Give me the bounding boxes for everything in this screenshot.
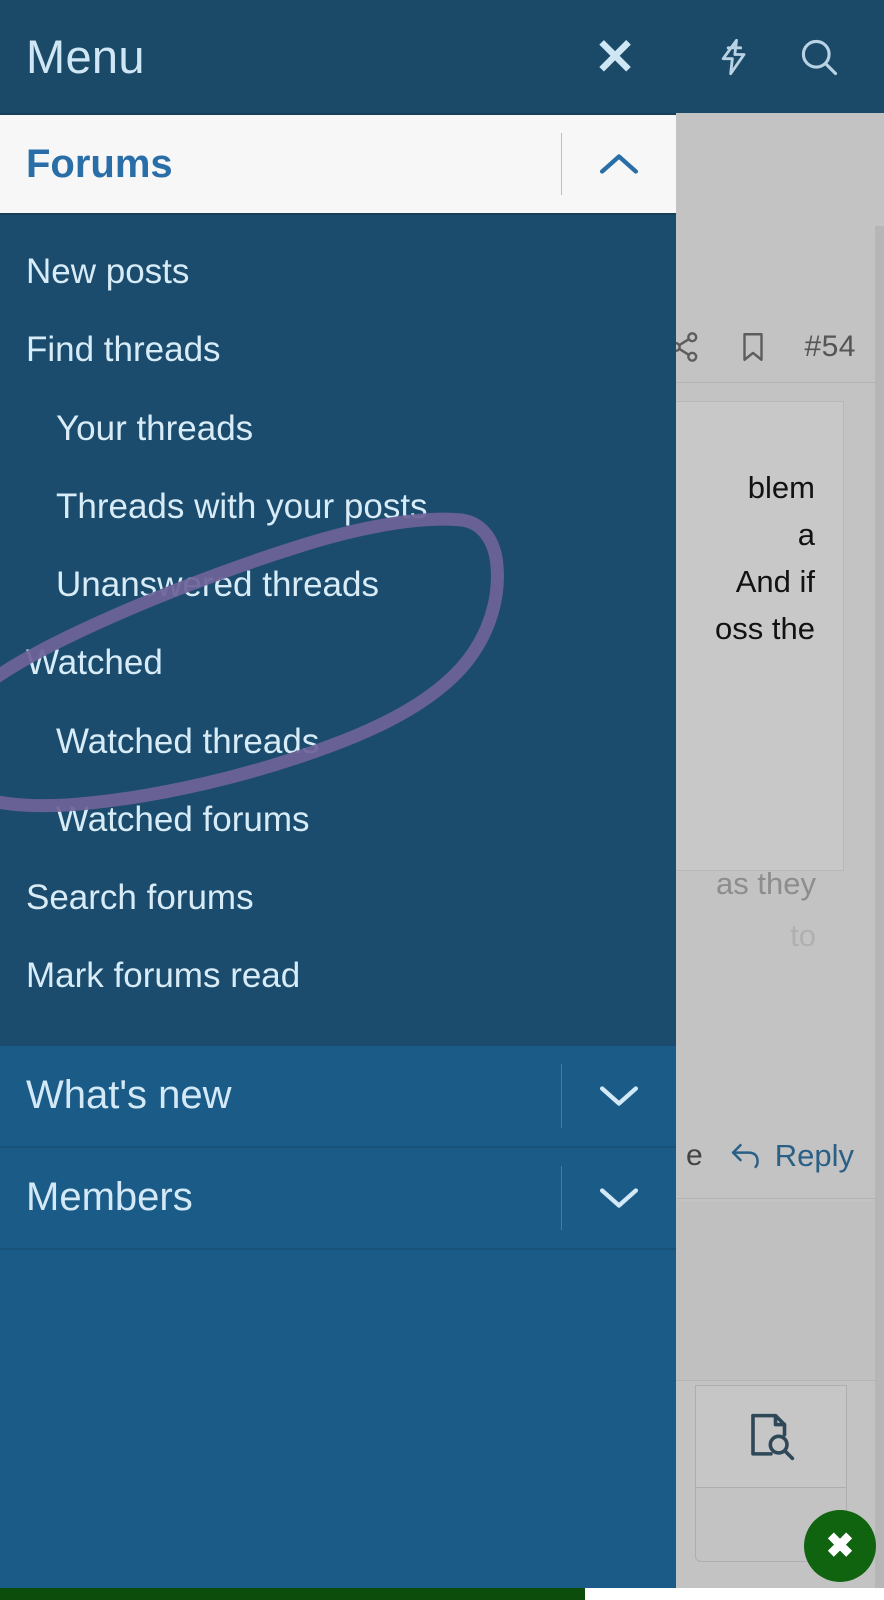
drawer-title: Menu — [26, 30, 145, 83]
sidebar-section-whats-new[interactable]: What's new — [0, 1045, 676, 1148]
chevron-down-icon[interactable] — [561, 1148, 676, 1248]
sidebar-section-members[interactable]: Members — [0, 1147, 676, 1250]
menu-item-your-threads[interactable]: Your threads — [0, 390, 676, 468]
menu-item-threads-with-your-posts[interactable]: Threads with your posts — [0, 468, 676, 546]
topbar-icon-group — [670, 0, 884, 113]
search-icon[interactable] — [797, 35, 841, 79]
bottom-white-strip — [585, 1588, 884, 1600]
reply-arrow-icon — [729, 1141, 763, 1171]
partial-action-label[interactable]: e — [686, 1139, 703, 1173]
chevron-down-icon[interactable] — [561, 1046, 676, 1146]
attachment-thumbnail[interactable] — [695, 1385, 847, 1488]
bookmark-icon[interactable] — [736, 328, 770, 366]
menu-item-unanswered-threads[interactable]: Unanswered threads — [0, 546, 676, 624]
drawer-header: Menu ✕ — [0, 0, 676, 113]
sidebar-submenu-forums: New posts Find threads Your threads Thre… — [0, 215, 676, 1046]
menu-drawer: Menu ✕ Forums New posts Find threads You… — [0, 0, 676, 1600]
chevron-up-icon[interactable] — [561, 115, 676, 213]
close-circle-icon[interactable]: ✖ — [804, 1510, 876, 1582]
drawer-empty-area — [0, 1249, 676, 1600]
document-search-icon — [744, 1409, 798, 1465]
reply-label: Reply — [774, 1137, 854, 1173]
reply-button[interactable]: Reply — [729, 1138, 854, 1174]
sidebar-section-whats-new-label: What's new — [26, 1073, 232, 1117]
menu-item-watched-forums[interactable]: Watched forums — [0, 781, 676, 859]
menu-item-mark-forums-read[interactable]: Mark forums read — [0, 937, 676, 1015]
close-icon[interactable]: ✕ — [588, 32, 642, 82]
menu-item-watched-threads[interactable]: Watched threads — [0, 703, 676, 781]
screen: #54 blem a And if oss the as they to e R… — [0, 0, 884, 1600]
post-number: #54 — [804, 329, 856, 363]
menu-item-watched[interactable]: Watched — [0, 624, 676, 702]
lightning-bolt-icon[interactable] — [714, 35, 754, 79]
menu-item-search-forums[interactable]: Search forums — [0, 859, 676, 937]
bottom-green-strip — [0, 1588, 585, 1600]
menu-item-find-threads[interactable]: Find threads — [0, 311, 676, 389]
sidebar-section-forums-label: Forums — [26, 141, 173, 186]
menu-item-new-posts[interactable]: New posts — [0, 233, 676, 311]
sidebar-section-forums[interactable]: Forums — [0, 113, 676, 215]
page-scrollbar[interactable] — [875, 226, 884, 1588]
sidebar-section-members-label: Members — [26, 1175, 193, 1219]
